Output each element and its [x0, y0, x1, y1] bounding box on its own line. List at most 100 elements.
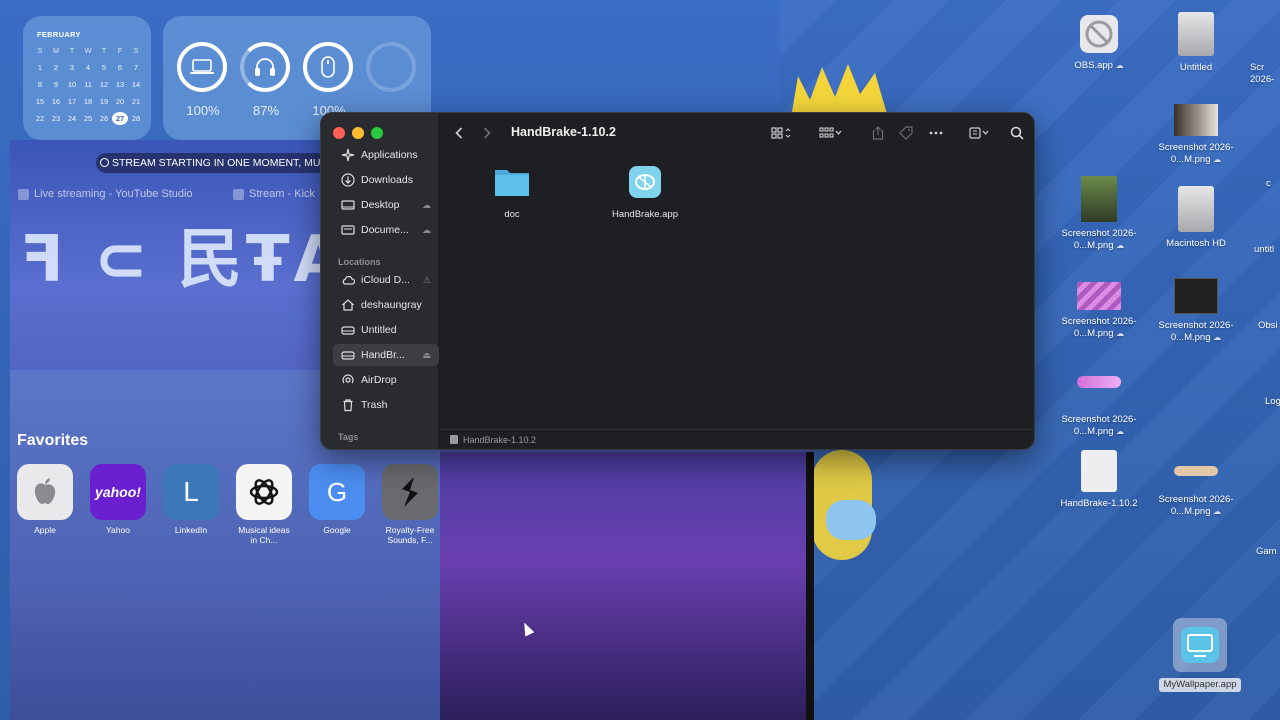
icloud-status-icon: ☁: [1116, 329, 1125, 338]
calendar-day: 22: [35, 114, 45, 123]
mouse-icon: [321, 56, 335, 78]
desktop-icon-screenshot-6[interactable]: Screenshot 2026-0...M.png ☁: [1148, 466, 1244, 518]
favorite-label: Royalty-Free Sounds, F...: [385, 525, 435, 545]
icloud-status-icon: ☁: [1116, 241, 1125, 250]
desktop-icon-screenshot-2[interactable]: Screenshot 2026-0...M.png ☁: [1051, 176, 1147, 252]
sidebar-item-handbrake[interactable]: HandBr... ⏏: [333, 344, 439, 366]
group-by-button[interactable]: [816, 123, 846, 143]
chevron-right-icon: [483, 127, 491, 139]
sidebar-item-desktop[interactable]: Desktop ☁: [333, 194, 439, 216]
search-button[interactable]: [1006, 123, 1028, 143]
favorite-label: Musical ideas in Ch...: [238, 525, 290, 545]
desktop-icon-screenshot-5[interactable]: Screenshot 2026-0...M.png ☁: [1051, 376, 1147, 438]
weekday-label: F: [117, 46, 123, 55]
desktop-icon-mywallpaper[interactable]: MyWallpaper.app: [1152, 618, 1248, 692]
back-button[interactable]: [450, 123, 468, 143]
view-icons-button[interactable]: [766, 123, 796, 143]
cloud-icon: [341, 273, 355, 287]
calendar-day: 2: [53, 63, 59, 72]
browser-tab-kick[interactable]: Stream - Kick: [233, 188, 315, 200]
icloud-status-icon: ☁: [1213, 155, 1222, 164]
browser-tab-youtube[interactable]: Live streaming - YouTube Studio: [18, 188, 193, 200]
sidebar-item-applications[interactable]: Applications: [333, 144, 439, 166]
calendar-day: 12: [99, 80, 109, 89]
handbrake-app-icon: [625, 165, 665, 201]
sidebar-item-label: Applications: [361, 149, 418, 161]
sidebar-item-downloads[interactable]: Downloads: [333, 169, 439, 191]
desktop-label: Screenshot 2026-0...M.png: [1158, 494, 1234, 517]
desktop-icon-partial-c[interactable]: c: [1266, 178, 1280, 190]
favorite-linkedin[interactable]: L LinkedIn: [162, 464, 220, 535]
favorite-royalty-free-sounds[interactable]: Royalty-Free Sounds, F...: [381, 464, 439, 545]
finder-window[interactable]: Applications Downloads Desktop ☁ Docume.…: [320, 112, 1035, 450]
icloud-status-icon: ☁: [422, 199, 431, 210]
favorite-apple[interactable]: Apple: [16, 464, 74, 535]
desktop-icon-partial-log[interactable]: Log: [1265, 396, 1280, 408]
sidebar-item-icloud-drive[interactable]: iCloud D... ⚠: [333, 269, 439, 291]
sidebar-item-home[interactable]: deshaungray: [333, 294, 439, 316]
chevron-left-icon: [455, 127, 463, 139]
desktop-icon-screenshot-3[interactable]: Screenshot 2026-0...M.png ☁: [1051, 282, 1147, 340]
favorite-label: Yahoo: [106, 525, 130, 535]
sidebar-item-documents[interactable]: Docume... ☁: [333, 219, 439, 241]
desktop-label: Untitled: [1179, 62, 1213, 73]
share-button[interactable]: [868, 123, 888, 143]
desktop-icon-screenshot-4[interactable]: Screenshot 2026-0...M.png ☁: [1148, 278, 1244, 344]
desktop-icon-macintosh-hd[interactable]: Macintosh HD: [1148, 186, 1244, 250]
icloud-status-icon: ☁: [422, 224, 431, 235]
folder-doc[interactable]: doc: [467, 165, 557, 220]
browser-search-field[interactable]: STREAM STARTING IN ONE MOMENT, MUC: [96, 153, 328, 173]
desktop-label: Macintosh HD: [1166, 238, 1226, 249]
screenshot-thumbnail: [1174, 104, 1218, 136]
sidebar-item-trash[interactable]: Trash: [333, 394, 439, 416]
item-label: doc: [504, 209, 520, 220]
tags-button[interactable]: [896, 123, 916, 143]
weekday-label: M: [52, 46, 60, 55]
desktop-icon-obs[interactable]: OBS.app ☁: [1051, 14, 1147, 72]
finder-sidebar: Applications Downloads Desktop ☁ Docume.…: [321, 113, 439, 449]
sidebar-item-label: AirDrop: [361, 374, 397, 386]
favorite-chatgpt[interactable]: Musical ideas in Ch...: [235, 464, 293, 545]
sidebar-item-untitled[interactable]: Untitled: [333, 319, 439, 341]
file-icon: [1250, 12, 1280, 56]
battery-headphones: 87%: [240, 42, 292, 118]
calendar-day: 18: [83, 97, 93, 106]
drive-icon: [341, 348, 355, 362]
desktop-icon-untitled[interactable]: Untitled: [1148, 12, 1244, 74]
desktop-icon-partial-obsidian[interactable]: Obsi: [1258, 320, 1280, 332]
minimize-button[interactable]: [352, 127, 364, 139]
linkedin-icon: L: [163, 464, 219, 520]
desktop-icon-handbrake-dmg[interactable]: HandBrake-1.10.2: [1051, 450, 1147, 510]
forward-button[interactable]: [478, 123, 496, 143]
desktop-icon-partial-game[interactable]: Gam: [1256, 546, 1280, 558]
path-label[interactable]: HandBrake-1.10.2: [463, 435, 536, 445]
calendar-day: 21: [131, 97, 141, 106]
sidebar-item-label: Desktop: [361, 199, 400, 211]
calendar-day: 15: [35, 97, 45, 106]
drive-icon: [1178, 12, 1214, 56]
home-icon: [341, 298, 355, 312]
drive-menu-button[interactable]: [964, 123, 996, 143]
app-handbrake[interactable]: HandBrake.app: [600, 165, 690, 220]
desktop-icon-screenshot-partial[interactable]: Scr 2026-: [1250, 12, 1280, 86]
sidebar-item-label: deshaungray: [361, 299, 422, 311]
desktop-label: Gam: [1256, 546, 1277, 557]
mywallpaper-icon: [1173, 618, 1227, 672]
desktop-icon-screenshot-1[interactable]: Screenshot 2026-0...M.png ☁: [1148, 104, 1244, 166]
battery-level: 87%: [252, 103, 280, 118]
favorite-google[interactable]: G Google: [308, 464, 366, 535]
calendar-day: 10: [67, 80, 77, 89]
browser-street-scene: [440, 452, 813, 720]
eject-icon[interactable]: ⏏: [422, 350, 431, 361]
desktop-icon-partial-untitled[interactable]: untitl: [1254, 244, 1280, 256]
wallpaper-character-shoe: [826, 500, 876, 540]
more-actions-button[interactable]: [925, 123, 947, 143]
zoom-button[interactable]: [371, 127, 383, 139]
openai-icon: [236, 464, 292, 520]
favorite-yahoo[interactable]: yahoo! Yahoo: [89, 464, 147, 535]
locations-header: Locations: [338, 257, 381, 267]
screenshot-thumbnail: [1077, 282, 1121, 310]
close-button[interactable]: [333, 127, 345, 139]
sidebar-item-airdrop[interactable]: AirDrop: [333, 369, 439, 391]
calendar-widget[interactable]: FEBRUARY S M T W T F S 1 2 3 4 5 6 7 8 9…: [23, 16, 151, 140]
